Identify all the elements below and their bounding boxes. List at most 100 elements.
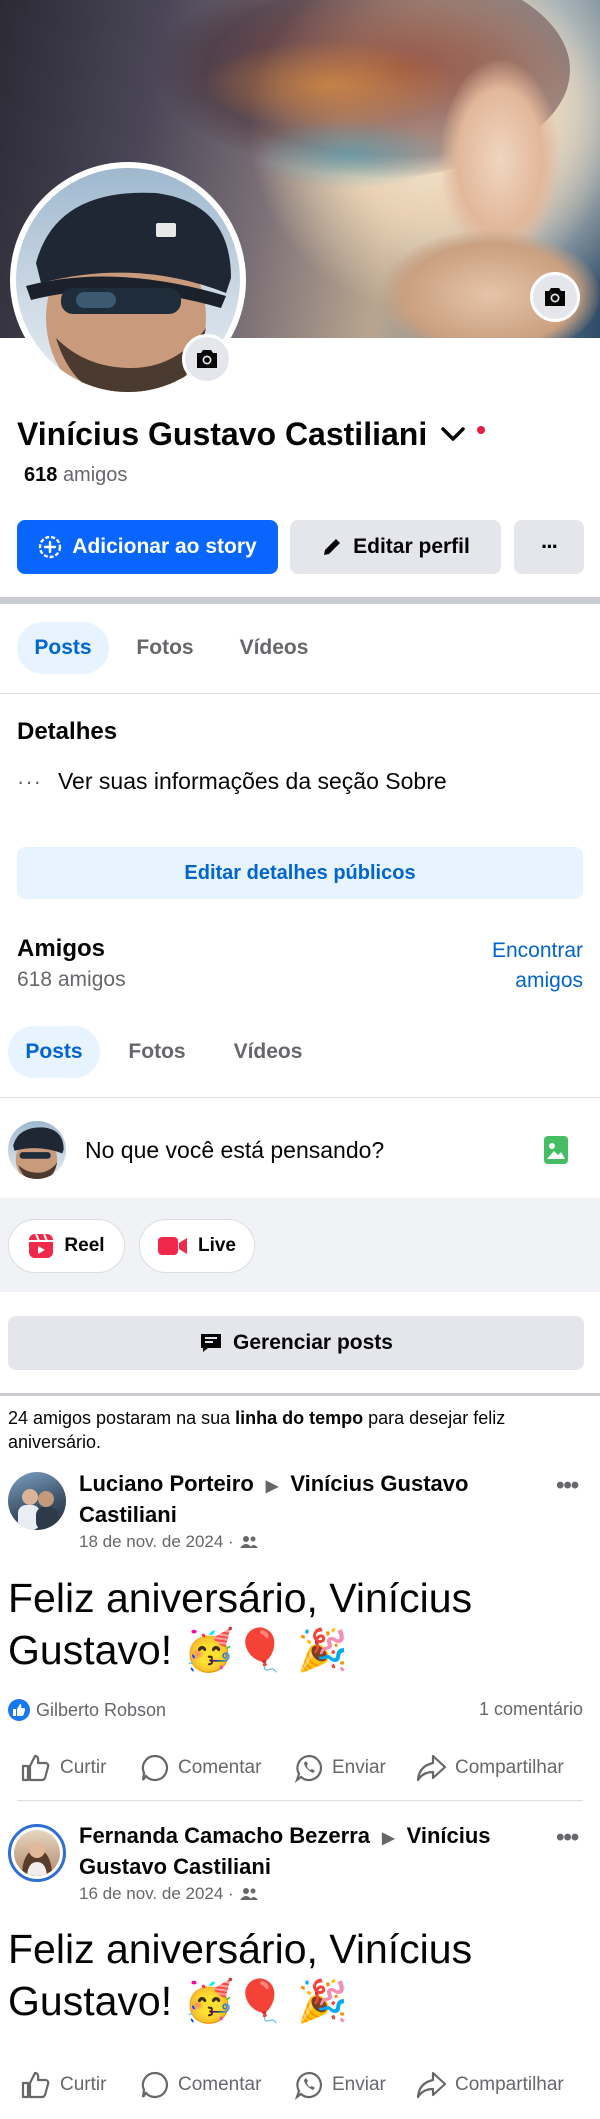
tabs-divider	[0, 693, 600, 694]
plus-circle-icon	[39, 535, 62, 559]
tabs-secondary-divider	[0, 1097, 600, 1098]
post-header: Luciano Porteiro ▶ Vinícius Gustavo Cast…	[79, 1470, 529, 1529]
section-divider	[0, 1393, 600, 1396]
friends-label: amigos	[62, 464, 128, 486]
tab-posts-secondary[interactable]: Posts	[8, 1026, 100, 1078]
edit-public-details-label: Editar detalhes públicos	[184, 861, 416, 884]
avatar	[14, 1830, 60, 1876]
post-author-avatar[interactable]	[8, 1472, 66, 1530]
comment-label: Comentar	[178, 1757, 262, 1778]
post-reactions[interactable]: Gilberto Robson	[8, 1699, 166, 1721]
live-button[interactable]: Live	[139, 1219, 255, 1273]
thumbs-up-icon	[21, 1754, 50, 1782]
tab-videos-secondary-label: Vídeos	[233, 1040, 303, 1063]
composer-input[interactable]: No que você está pensando?	[85, 1137, 384, 1164]
section-divider	[0, 597, 600, 604]
post-options-button[interactable]: •••	[556, 1472, 579, 1500]
like-label: Curtir	[60, 2074, 107, 2095]
post-author-name[interactable]: Fernanda Camacho Bezerra	[79, 1823, 370, 1848]
manage-posts-button[interactable]: Gerenciar posts	[8, 1316, 584, 1370]
camera-icon	[197, 350, 217, 368]
post-date[interactable]: 18 de nov. de 2024 ·	[79, 1532, 234, 1552]
dots-icon: ···	[17, 768, 42, 794]
share-button[interactable]: Compartilhar	[415, 1753, 564, 1783]
friends-audience-icon	[239, 1888, 258, 1900]
reel-button[interactable]: Reel	[8, 1219, 125, 1273]
edit-public-details-button[interactable]: Editar detalhes públicos	[17, 847, 583, 899]
cover-art-highlight	[200, 40, 460, 130]
composer-avatar[interactable]	[8, 1121, 66, 1179]
like-reaction-icon	[8, 1699, 30, 1721]
share-label: Compartilhar	[455, 1757, 564, 1778]
tab-photos-secondary-label: Fotos	[128, 1040, 186, 1063]
post-author-name[interactable]: Luciano Porteiro	[79, 1471, 254, 1496]
share-arrow-icon	[416, 2071, 447, 2099]
live-label: Live	[197, 1235, 237, 1256]
add-story-label: Adicionar ao story	[72, 535, 257, 558]
chevron-down-icon[interactable]	[439, 424, 467, 444]
post-target-name-cont[interactable]: Castiliani	[79, 1502, 177, 1527]
post-comment-count[interactable]: 1 comentário	[479, 1699, 583, 1720]
more-options-button[interactable]: ···	[514, 520, 584, 574]
thumbs-up-icon	[21, 2071, 50, 2099]
tab-photos[interactable]: Fotos	[124, 622, 206, 674]
tab-videos-label: Vídeos	[239, 636, 309, 659]
reactor-name: Gilberto Robson	[36, 1699, 167, 1720]
post-actions: Curtir Comentar Enviar Compartilhar	[0, 2055, 600, 2115]
post-meta: 18 de nov. de 2024 ·	[79, 1532, 258, 1552]
comment-button[interactable]: Comentar	[140, 1753, 261, 1783]
comment-button[interactable]: Comentar	[140, 2070, 261, 2100]
post-actions: Curtir Comentar Enviar Compartilhar	[0, 1738, 600, 1798]
send-button[interactable]: Enviar	[294, 2070, 386, 2100]
avatar-illustration	[13, 1127, 64, 1179]
post-divider	[17, 1800, 583, 1801]
post-author-avatar[interactable]	[8, 1824, 66, 1882]
like-button[interactable]: Curtir	[20, 1753, 106, 1783]
post-date[interactable]: 16 de nov. de 2024 ·	[79, 1884, 234, 1904]
photo-icon[interactable]	[544, 1136, 568, 1164]
send-label: Enviar	[332, 2074, 386, 2095]
friends-count-line[interactable]: 618 amigos	[24, 464, 127, 487]
like-button[interactable]: Curtir	[20, 2070, 106, 2100]
post-target-name[interactable]: Vinícius	[407, 1823, 491, 1848]
post-target-name-cont[interactable]: Gustavo Castiliani	[79, 1854, 271, 1879]
details-title: Detalhes	[17, 718, 118, 745]
friends-audience-icon	[239, 1536, 258, 1548]
tab-videos[interactable]: Vídeos	[228, 622, 320, 674]
comment-label: Comentar	[178, 2074, 262, 2095]
tab-photos-secondary[interactable]: Fotos	[116, 1026, 198, 1078]
notification-dot	[477, 426, 486, 434]
tab-posts-secondary-label: Posts	[25, 1040, 83, 1063]
whatsapp-icon	[294, 1754, 323, 1783]
edit-profile-button[interactable]: Editar perfil	[290, 520, 501, 574]
friends-count: 618	[24, 464, 58, 486]
post-target-name[interactable]: Vinícius Gustavo	[290, 1471, 468, 1496]
tab-videos-secondary[interactable]: Vídeos	[222, 1026, 314, 1078]
notice-prefix: 24 amigos postaram na sua	[8, 1408, 236, 1428]
edit-profile-label: Editar perfil	[353, 535, 470, 558]
tab-posts[interactable]: Posts	[17, 622, 109, 674]
add-story-button[interactable]: Adicionar ao story	[17, 520, 278, 574]
share-button[interactable]: Compartilhar	[415, 2070, 564, 2100]
find-friends-link[interactable]: Encontrar amigos	[492, 936, 583, 996]
photo-icon-glyph	[547, 1143, 565, 1159]
friends-count-text: 618 amigos	[17, 968, 126, 991]
comment-icon	[141, 2071, 169, 2099]
video-camera-icon	[157, 1237, 187, 1255]
share-arrow-icon	[416, 1754, 447, 1782]
arrow-right-icon: ▶	[382, 1830, 395, 1847]
cover-art-teal	[250, 120, 450, 190]
timeline-link[interactable]: linha do tempo	[235, 1408, 363, 1428]
tab-photos-label: Fotos	[136, 636, 194, 659]
cover-camera-button[interactable]	[530, 272, 580, 322]
friends-title: Amigos	[17, 935, 106, 962]
find-friends-line1: Encontrar	[491, 939, 583, 962]
send-button[interactable]: Enviar	[294, 1753, 386, 1783]
avatar-camera-button[interactable]	[182, 334, 232, 384]
post-options-button[interactable]: •••	[556, 1824, 579, 1852]
tab-posts-label: Posts	[34, 636, 92, 659]
whatsapp-icon	[294, 2071, 323, 2100]
send-label: Enviar	[332, 1757, 386, 1778]
about-link[interactable]: ··· Ver suas informações da seção Sobre	[17, 768, 447, 795]
arrow-right-icon: ▶	[265, 1478, 279, 1495]
